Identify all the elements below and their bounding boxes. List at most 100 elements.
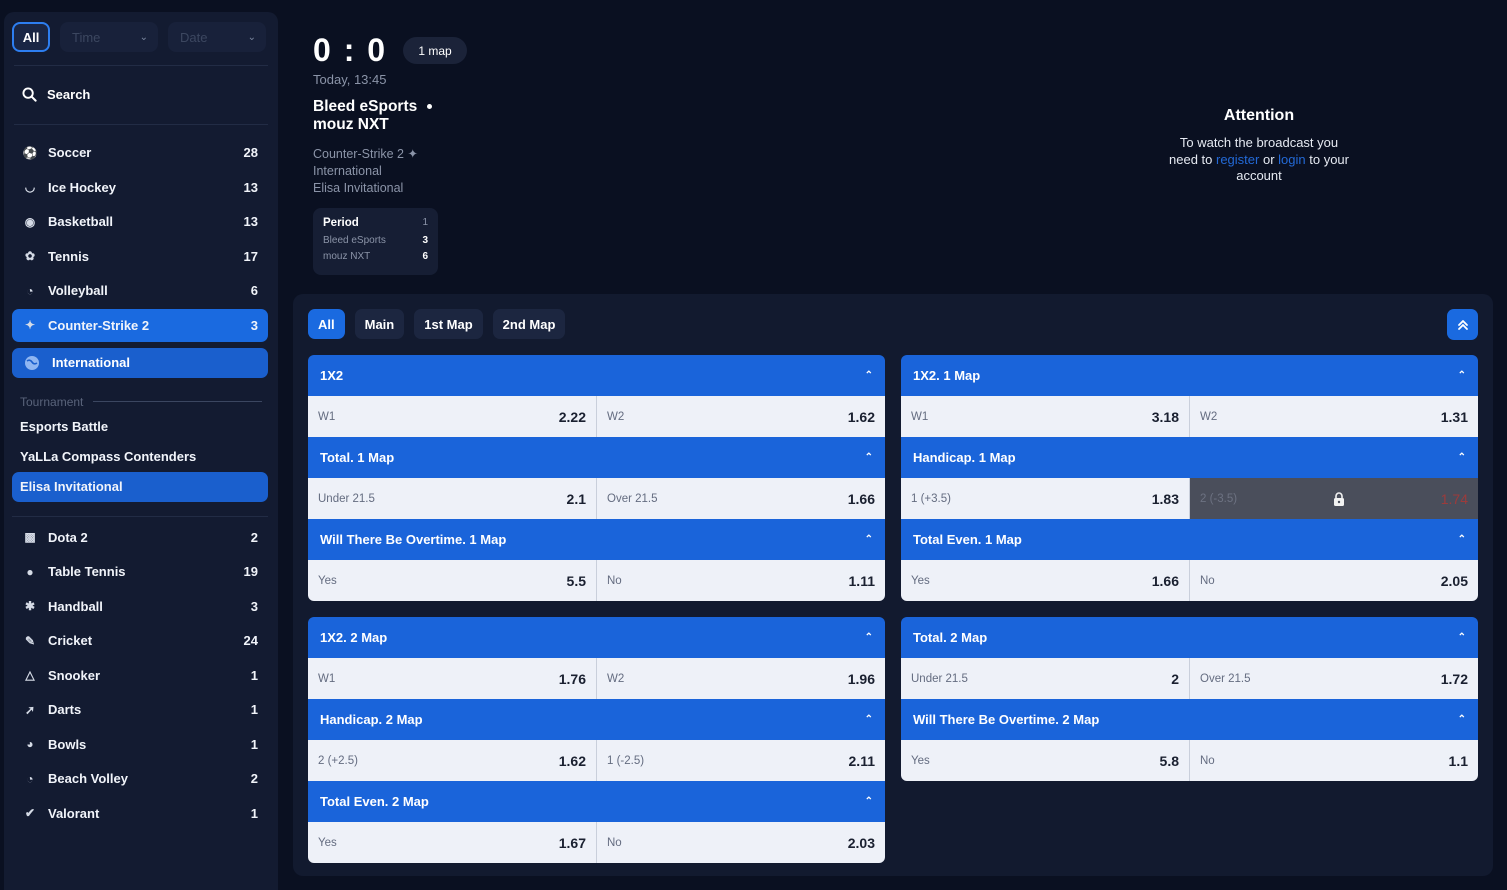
sidebar-item-snooker[interactable]: △ Snooker 1 — [12, 659, 268, 692]
odds-label: Yes — [911, 574, 930, 587]
sidebar-item-tennis[interactable]: ✿ Tennis 17 — [12, 240, 268, 273]
sidebar-item-table-tennis[interactable]: ● Table Tennis 19 — [12, 555, 268, 588]
market-header[interactable]: 1X2 ⌃ — [308, 355, 885, 396]
odds-label: W1 — [318, 672, 336, 685]
sidebar-item-volleyball[interactable]: ◔ Volleyball 6 — [12, 274, 268, 307]
odds-button[interactable]: 2 (+2.5) 1.62 — [308, 740, 596, 781]
odds-button[interactable]: W1 2.22 — [308, 396, 596, 437]
market-header[interactable]: Handicap. 1 Map ⌃ — [901, 437, 1478, 478]
market-header[interactable]: 1X2. 2 Map ⌃ — [308, 617, 885, 658]
notice-text-post: to your — [1305, 151, 1349, 167]
odds-button[interactable]: W2 1.31 — [1189, 396, 1478, 437]
sidebar-item-handball[interactable]: ✱ Handball 3 — [12, 590, 268, 623]
register-link[interactable]: register — [1216, 152, 1259, 167]
tournament-list: Esports Battle YaLLa Compass Contenders … — [12, 412, 268, 502]
sidebar-item-bowls[interactable]: ◕ Bowls 1 — [12, 728, 268, 761]
tournament-item[interactable]: YaLLa Compass Contenders — [12, 442, 268, 472]
market-header[interactable]: 1X2. 1 Map ⌃ — [901, 355, 1478, 396]
market-header[interactable]: Will There Be Overtime. 1 Map ⌃ — [308, 519, 885, 560]
odds-button-locked: 2 (-3.5) 1.74 — [1189, 478, 1478, 519]
odds-value: 1.96 — [847, 670, 875, 687]
odds-button[interactable]: Yes 5.5 — [308, 560, 596, 601]
dota-icon: ▩ — [24, 530, 36, 544]
odds-value: 1.66 — [847, 490, 875, 507]
odds-value: 1.76 — [558, 670, 586, 687]
market-group: 1X2. 1 Map ⌃ W1 3.18 W2 1.31 Handicap. 1 Ma… — [901, 355, 1478, 797]
sport-count: 3 — [250, 598, 258, 614]
odds-button[interactable]: Under 21.5 2 — [901, 658, 1189, 699]
sport-count: 13 — [243, 214, 258, 229]
tab-1st-map[interactable]: 1st Map — [414, 309, 483, 339]
market-header[interactable]: Total. 2 Map ⌃ — [901, 617, 1478, 658]
odds-button[interactable]: Over 21.5 1.66 — [596, 478, 885, 519]
tab-2nd-map[interactable]: 2nd Map — [492, 309, 566, 339]
collapse-all-button[interactable] — [1447, 309, 1478, 340]
period-label: Period — [323, 217, 359, 229]
odds-button[interactable]: 1 (-2.5) 2.11 — [596, 740, 885, 781]
filter-all-button[interactable]: All — [12, 22, 50, 52]
sport-list: ⚽ Soccer 28 ◡ Ice Hockey 13 ◉ Basketball… — [12, 136, 268, 831]
soccer-icon: ⚽ — [22, 145, 38, 160]
sport-name: Beach Volley — [48, 771, 128, 786]
sidebar-item-soccer[interactable]: ⚽ Soccer 28 — [12, 136, 268, 169]
tab-main[interactable]: Main — [354, 309, 405, 339]
sport-name: Bowls — [48, 736, 87, 752]
sidebar-item-cricket[interactable]: ✎ Cricket 24 — [12, 624, 268, 657]
tournament-item[interactable]: Esports Battle — [12, 412, 268, 442]
market-header[interactable]: Handicap. 2 Map ⌃ — [308, 699, 885, 740]
sidebar-item-darts[interactable]: ➚ Darts 1 — [12, 693, 268, 726]
odds-button[interactable]: W1 3.18 — [901, 396, 1189, 437]
notice-text: To watch the broadcast you need to regis… — [1150, 135, 1368, 185]
darts-icon: ➚ — [24, 702, 36, 717]
divider — [14, 124, 268, 125]
market-header[interactable]: Total. 1 Map ⌃ — [308, 437, 885, 478]
odds-row: 2 (+2.5) 1.62 1 (-2.5) 2.11 — [308, 740, 885, 781]
date-dropdown[interactable]: Date ⌄ — [168, 22, 266, 52]
odds-button[interactable]: No 1.1 — [1189, 740, 1478, 781]
sidebar-item-valorant[interactable]: ✔ Valorant 1 — [12, 797, 268, 830]
odds-button[interactable]: W2 1.62 — [596, 396, 885, 437]
odds-value: 1.83 — [1151, 490, 1179, 507]
odds-button[interactable]: Over 21.5 1.72 — [1189, 658, 1478, 699]
odds-button[interactable]: No 1.11 — [596, 560, 885, 601]
odds-button[interactable]: Yes 1.66 — [901, 560, 1189, 601]
odds-label: W1 — [318, 410, 336, 423]
odds-button[interactable]: Under 21.5 2.1 — [308, 478, 596, 519]
tab-all[interactable]: All — [308, 309, 345, 339]
login-link[interactable]: login — [1278, 152, 1305, 167]
odds-value: 1.66 — [1151, 572, 1179, 589]
odds-label: No — [1200, 574, 1215, 587]
sport-count: 2 — [250, 529, 258, 545]
divider — [12, 515, 268, 517]
odds-label: Under 21.5 — [318, 492, 375, 505]
sport-name: Soccer — [48, 145, 92, 160]
sidebar-item-counter-strike[interactable]: ✦ Counter-Strike 2 3 — [12, 308, 268, 342]
odds-button[interactable]: Yes 5.8 — [901, 740, 1189, 781]
search-icon — [22, 87, 37, 102]
tennis-icon: ✿ — [24, 249, 36, 263]
odds-row: W1 3.18 W2 1.31 — [901, 396, 1478, 437]
market-header[interactable]: Total Even. 1 Map ⌃ — [901, 519, 1478, 560]
sidebar-item-beach-volley[interactable]: ◔ Beach Volley 2 — [12, 762, 268, 795]
sidebar-item-international[interactable]: International — [12, 347, 268, 378]
sidebar-item-ice-hockey[interactable]: ◡ Ice Hockey 13 — [12, 171, 268, 204]
odds-button[interactable]: No 2.05 — [1189, 560, 1478, 601]
market-header[interactable]: Total Even. 2 Map ⌃ — [308, 781, 885, 822]
odds-row: W1 1.76 W2 1.96 — [308, 658, 885, 699]
odds-button[interactable]: Yes 1.67 — [308, 822, 596, 863]
snooker-icon: △ — [25, 668, 35, 682]
chevron-up-icon: ⌃ — [864, 632, 873, 643]
market-header[interactable]: Will There Be Overtime. 2 Map ⌃ — [901, 699, 1478, 740]
market-title: Total. 1 Map — [320, 450, 395, 465]
sidebar-item-basketball[interactable]: ◉ Basketball 13 — [12, 205, 268, 238]
time-dropdown-label: Time — [72, 29, 101, 45]
odds-button[interactable]: No 2.03 — [596, 822, 885, 863]
search-button[interactable]: Search — [22, 87, 90, 102]
odds-button[interactable]: W1 1.76 — [308, 658, 596, 699]
sidebar-item-dota[interactable]: ▩ Dota 2 2 — [12, 521, 268, 554]
market-title: Total. 2 Map — [913, 630, 988, 645]
time-dropdown[interactable]: Time ⌄ — [60, 22, 158, 52]
odds-button[interactable]: W2 1.96 — [596, 658, 885, 699]
odds-button[interactable]: 1 (+3.5) 1.83 — [901, 478, 1189, 519]
tournament-item-active[interactable]: Elisa Invitational — [12, 471, 268, 502]
